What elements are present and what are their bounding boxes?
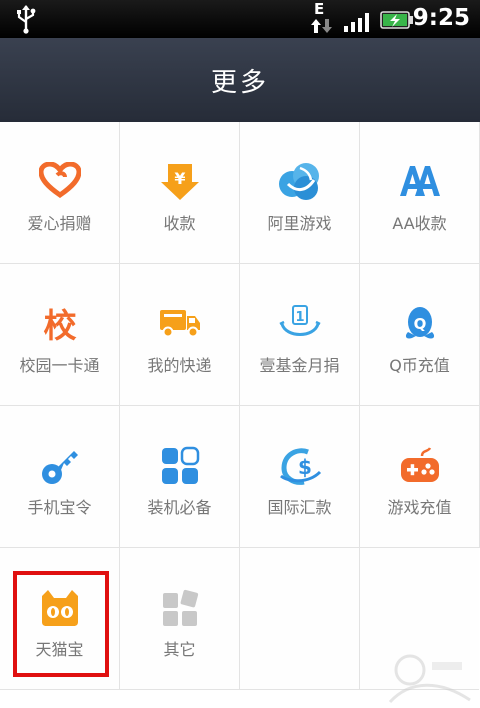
svg-text:¥: ¥ [174,169,185,188]
grid-item-label: 装机必备 [147,498,212,517]
grid-item-q-coin-recharge[interactable]: Q Q币充值 [360,264,480,406]
battery-charging-icon [380,10,414,34]
data-arrows-icon: E [310,0,334,35]
watermark-graphic [388,654,471,704]
grid-item-mobile-token[interactable]: 手机宝令 [0,406,120,548]
yen-download-icon: ¥ [120,162,239,202]
title-bar: 更多 [0,38,480,123]
usb-icon [14,4,38,38]
grid-item-campus-card[interactable]: 校 校园一卡通 [0,264,120,406]
grid-item-essential-apps[interactable]: 装机必备 [120,406,240,548]
key-icon [0,446,119,486]
ali-games-icon [240,162,359,202]
grid-item-empty [240,548,360,690]
status-bar: E 9:25 [0,0,480,38]
campus-card-icon: 校 [0,304,119,344]
grid-item-aa-payment[interactable]: AA收款 [360,122,480,264]
grid-item-receive-payment[interactable]: ¥ 收款 [120,122,240,264]
grid-item-other[interactable]: 其它 [120,548,240,690]
grid-item-label: 我的快递 [147,356,212,375]
grid-item-label: 手机宝令 [27,498,92,517]
services-grid: 爱心捐赠 ¥ 收款 阿里游戏 AA收款 校 校园一卡通 我的快递 1 壹基金月捐… [0,122,480,708]
grid-item-ali-games[interactable]: 阿里游戏 [240,122,360,264]
grid-item-label: 游戏充值 [387,498,452,517]
grid-item-my-express[interactable]: 我的快递 [120,264,240,406]
svg-text:$: $ [298,455,312,479]
grid-item-label: AA收款 [392,214,447,233]
status-time: 9:25 [412,5,470,31]
grid-item-label: 爱心捐赠 [27,214,92,233]
grid-item-label: 收款 [163,214,196,233]
grid-item-tmall-bao[interactable]: 天猫宝 [0,548,120,690]
grid-item-label: 壹基金月捐 [259,356,340,375]
grid-item-label: 天猫宝 [35,640,84,659]
grid-item-label: 阿里游戏 [267,214,332,233]
heart-icon [0,162,119,202]
apps-grid-icon [120,446,239,486]
grid-item-game-recharge[interactable]: 游戏充值 [360,406,480,548]
aa-icon [360,162,479,202]
smile-one-icon: 1 [240,304,359,344]
global-dollar-icon: $ [240,446,359,486]
grid-item-label: 校园一卡通 [19,356,100,375]
svg-text:校: 校 [43,306,76,344]
svg-text:Q: Q [413,315,426,333]
grid-item-love-donation[interactable]: 爱心捐赠 [0,122,120,264]
network-type-label: E [314,0,325,18]
grid-item-label: 国际汇款 [267,498,332,517]
gamepad-icon [360,446,479,486]
other-squares-icon [120,588,239,628]
grid-item-label: 其它 [163,640,196,659]
signal-icon [343,12,373,36]
svg-text:1: 1 [295,310,304,325]
grid-item-intl-remittance[interactable]: $ 国际汇款 [240,406,360,548]
tmall-cat-icon [0,588,119,628]
page-title: 更多 [210,68,269,98]
qq-penguin-icon: Q [360,304,479,344]
truck-icon [120,304,239,344]
grid-item-one-foundation[interactable]: 1 壹基金月捐 [240,264,360,406]
grid-item-label: Q币充值 [389,356,450,375]
